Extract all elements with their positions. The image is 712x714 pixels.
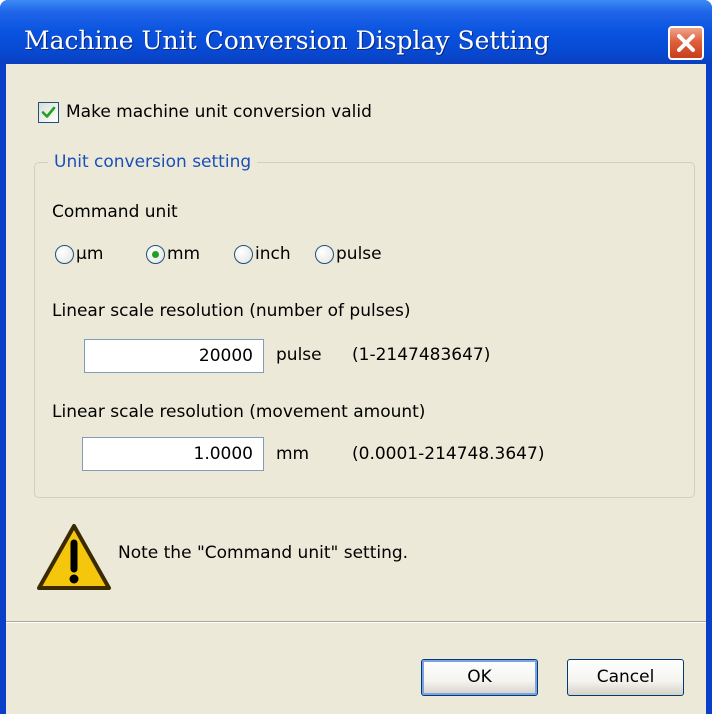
enable-conversion-checkbox[interactable]: [38, 102, 59, 123]
radio-um[interactable]: [55, 245, 74, 264]
radio-selected-dot: [152, 251, 159, 258]
radio-pulse[interactable]: [315, 245, 334, 264]
movement-label: Linear scale resolution (movement amount…: [52, 402, 426, 422]
warning-icon: [37, 524, 111, 590]
movement-unit: mm: [276, 444, 310, 464]
pulses-label: Linear scale resolution (number of pulse…: [52, 301, 411, 321]
note-text: Note the "Command unit" setting.: [118, 543, 409, 563]
radio-um-label[interactable]: μm: [76, 244, 103, 264]
radio-mm-label[interactable]: mm: [167, 244, 200, 264]
pulses-unit: pulse: [276, 345, 322, 365]
window-title: Machine Unit Conversion Display Setting: [24, 26, 550, 55]
checkmark-icon: [41, 106, 56, 118]
dialog-body: Make machine unit conversion valid Unit …: [6, 64, 706, 714]
movement-range: (0.0001-214748.3647): [352, 444, 545, 464]
close-icon: [677, 34, 695, 52]
title-bar[interactable]: Machine Unit Conversion Display Setting: [0, 0, 712, 64]
movement-input[interactable]: [82, 437, 264, 471]
command-unit-label: Command unit: [52, 202, 178, 222]
pulses-input[interactable]: [84, 339, 264, 373]
radio-pulse-label[interactable]: pulse: [336, 244, 382, 264]
radio-inch-label[interactable]: inch: [255, 244, 291, 264]
dialog-window: Machine Unit Conversion Display Setting …: [0, 0, 712, 714]
group-legend: Unit conversion setting: [48, 152, 258, 172]
footer-separator: [6, 621, 706, 623]
pulses-range: (1-2147483647): [352, 345, 491, 365]
close-button[interactable]: [668, 26, 704, 60]
cancel-button[interactable]: Cancel: [567, 659, 684, 696]
radio-inch[interactable]: [234, 245, 253, 264]
enable-conversion-label[interactable]: Make machine unit conversion valid: [66, 102, 372, 122]
radio-mm[interactable]: [146, 245, 165, 264]
ok-button[interactable]: OK: [421, 659, 538, 696]
